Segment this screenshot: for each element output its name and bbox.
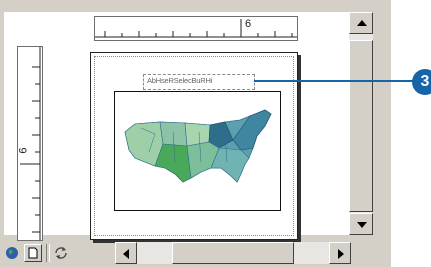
layout-view-button[interactable]: [24, 244, 42, 262]
page-icon: [28, 247, 38, 259]
right-arrow-icon: [338, 249, 344, 259]
scroll-left-button[interactable]: [115, 242, 137, 264]
up-arrow-icon: [357, 20, 367, 26]
toolbar-separator: [46, 244, 50, 262]
map-title[interactable]: AbHseRSelecBuRHi: [147, 76, 212, 85]
horizontal-scroll-thumb[interactable]: [172, 242, 294, 264]
refresh-button[interactable]: [52, 244, 70, 262]
map-frame[interactable]: [114, 91, 281, 211]
down-arrow-icon: [357, 222, 367, 228]
layout-window: 6 6 AbHseRSelecBuRHi: [0, 0, 391, 267]
scroll-up-button[interactable]: [349, 12, 373, 34]
horizontal-ruler-ticks: [95, 19, 297, 38]
vertical-ruler-ticks: [20, 47, 41, 240]
horizontal-ruler-label: 6: [245, 18, 252, 30]
left-arrow-icon: [123, 249, 129, 259]
vertical-scrollbar[interactable]: [349, 12, 373, 235]
callout-line: [254, 80, 414, 82]
refresh-icon: [55, 247, 67, 259]
scroll-down-button[interactable]: [349, 213, 373, 235]
vertical-scroll-thumb[interactable]: [349, 40, 373, 212]
globe-icon: [6, 247, 18, 259]
vertical-ruler: 6: [17, 46, 43, 241]
us-map-image: [124, 109, 272, 183]
callout-badge: 3: [412, 69, 431, 95]
horizontal-scrollbar[interactable]: [115, 242, 351, 264]
horizontal-ruler: 6: [94, 16, 298, 41]
data-view-button[interactable]: [4, 244, 22, 262]
scroll-right-button[interactable]: [329, 242, 351, 264]
vertical-ruler-label: 6: [17, 147, 30, 154]
